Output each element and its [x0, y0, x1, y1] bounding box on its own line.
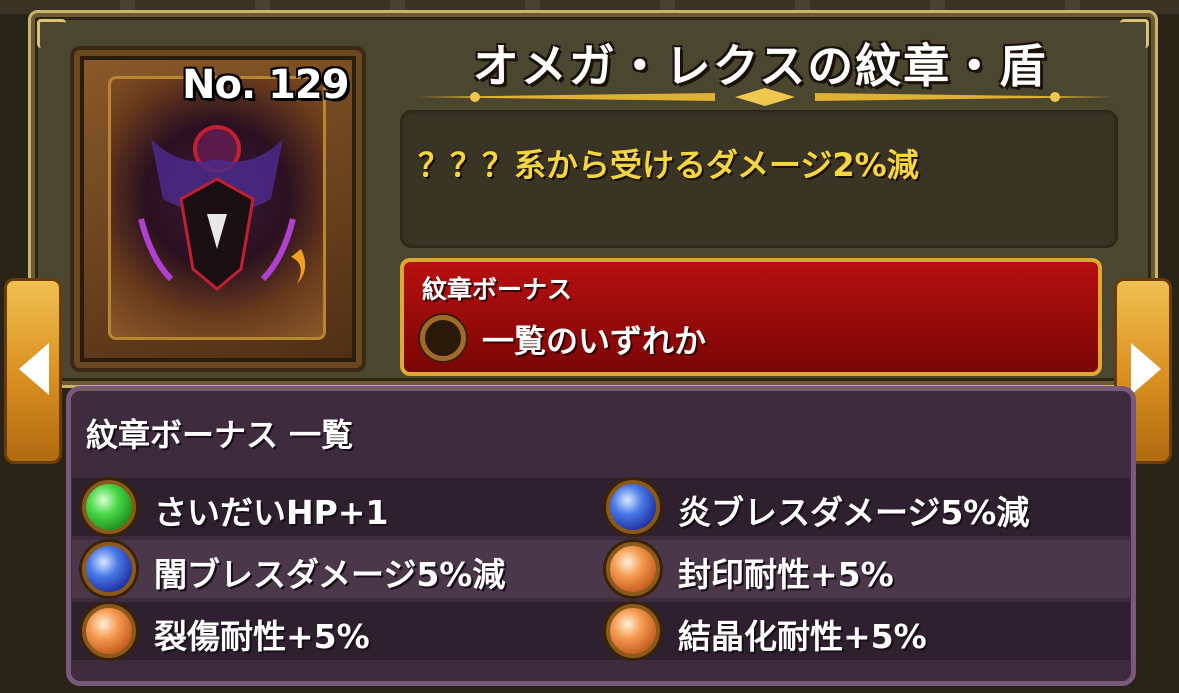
left-arrow-icon [19, 343, 49, 395]
frame-corner [1120, 19, 1149, 48]
bonus-list-title: 紋章ボーナス 一覧 [86, 416, 354, 454]
emblem-number: No. 129 [182, 62, 350, 108]
list-item-label: 裂傷耐性+5% [154, 617, 370, 656]
list-item-label: 結晶化耐性+5% [678, 617, 927, 656]
list-item-label: さいだいHP+1 [154, 493, 389, 532]
orange-orb-icon [606, 542, 660, 596]
previous-arrow-button[interactable] [4, 278, 62, 464]
green-orb-icon [82, 480, 136, 534]
emblem-bonus-value: 一覧のいずれか [482, 322, 707, 360]
list-item-label: 炎ブレスダメージ5%減 [678, 493, 1030, 532]
emblem-title: オメガ・レクスの紋章・盾 [472, 39, 1048, 93]
frame-corner [37, 19, 66, 48]
blue-orb-icon [82, 542, 136, 596]
emblem-effect-text: ？？？系から受けるダメージ2%減 [418, 146, 919, 184]
list-item-label: 封印耐性+5% [678, 555, 894, 594]
orange-orb-icon [606, 604, 660, 658]
emblem-bonus-label: 紋章ボーナス [422, 275, 573, 304]
list-item-label: 闇ブレスダメージ5%減 [154, 555, 506, 594]
title-ornament [415, 88, 1115, 106]
blue-orb-icon [606, 480, 660, 534]
right-arrow-icon [1131, 343, 1161, 395]
emblem-crest-icon [108, 76, 326, 340]
empty-orb-slot-icon [420, 315, 466, 361]
orange-orb-icon [82, 604, 136, 658]
